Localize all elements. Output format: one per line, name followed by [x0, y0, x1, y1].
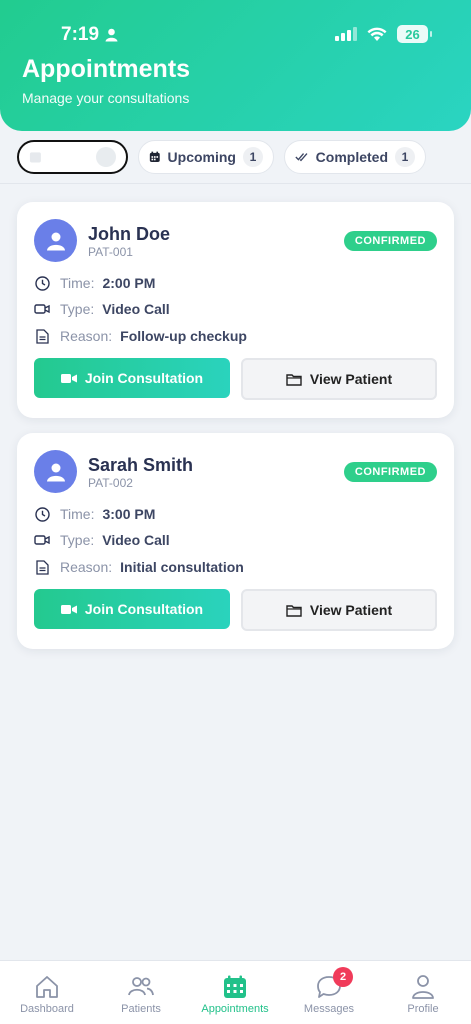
filter-tabs: Today Upcoming 1 Completed 1	[0, 138, 471, 184]
status-badge: CONFIRMED	[343, 231, 437, 251]
wifi-icon	[367, 27, 387, 41]
video-icon	[34, 532, 50, 548]
user-icon	[46, 232, 65, 250]
document-icon	[34, 328, 50, 344]
tab-count: 1	[395, 147, 415, 167]
type-row: Type: Video Call	[34, 532, 170, 548]
nav-patients[interactable]: Patients	[94, 961, 188, 1024]
appointment-type: Video Call	[102, 532, 170, 548]
person-icon	[105, 28, 118, 42]
user-icon	[409, 973, 437, 1001]
document-icon	[34, 559, 50, 575]
status-badge: CONFIRMED	[343, 462, 437, 482]
time-row: Time: 3:00 PM	[34, 506, 155, 522]
calendar-icon	[29, 152, 41, 163]
signal-icon	[335, 27, 357, 41]
reason-row: Reason: Follow-up checkup	[34, 328, 247, 344]
page-title: Appointments	[22, 55, 191, 83]
home-icon	[33, 973, 61, 1001]
join-consultation-button[interactable]: Join Consultation	[34, 589, 230, 629]
status-time: 7:19	[61, 24, 118, 46]
appointment-card: Sarah Smith PAT-002 CONFIRMED Time: 3:00…	[17, 433, 454, 649]
appointment-card: John Doe PAT-001 CONFIRMED Time: 2:00 PM…	[17, 202, 454, 418]
patient-name: Sarah Smith	[88, 455, 194, 475]
appointment-time: 3:00 PM	[102, 506, 156, 522]
user-icon	[46, 463, 65, 481]
status-icons: 26	[335, 25, 432, 43]
chat-icon: 2	[315, 967, 353, 1001]
nav-profile[interactable]: Profile	[376, 961, 470, 1024]
appointment-reason: Initial consultation	[120, 559, 244, 575]
nav-appointments[interactable]: Appointments	[188, 961, 282, 1024]
appointment-time: 2:00 PM	[102, 275, 156, 291]
reason-row: Reason: Initial consultation	[34, 559, 244, 575]
calendar-icon	[221, 973, 249, 1001]
type-row: Type: Video Call	[34, 301, 170, 317]
app-header: 7:19 26 Appointments Manage your consult…	[0, 0, 471, 131]
tab-count	[96, 147, 116, 167]
view-patient-button[interactable]: View Patient	[241, 589, 437, 631]
video-icon	[34, 301, 50, 317]
clock-icon	[34, 506, 50, 522]
folder-icon	[286, 373, 302, 386]
tab-completed[interactable]: Completed 1	[284, 140, 426, 174]
video-icon	[60, 373, 77, 383]
tab-today[interactable]: Today	[17, 140, 128, 174]
patient-id: PAT-001	[88, 245, 133, 259]
users-icon	[127, 973, 155, 1001]
appointment-type: Video Call	[102, 301, 170, 317]
calendar-icon	[149, 151, 160, 162]
tab-count: 1	[243, 147, 263, 167]
view-patient-button[interactable]: View Patient	[241, 358, 437, 400]
appointment-reason: Follow-up checkup	[120, 328, 247, 344]
clock-icon	[34, 275, 50, 291]
nav-messages[interactable]: 2 Messages	[282, 961, 376, 1024]
bottom-nav: Dashboard Patients Appointments 2 Messag…	[0, 960, 471, 1024]
messages-badge: 2	[333, 967, 353, 987]
nav-dashboard[interactable]: Dashboard	[0, 961, 94, 1024]
avatar	[34, 450, 77, 493]
video-icon	[60, 604, 77, 614]
patient-name: John Doe	[88, 224, 171, 244]
page-subtitle: Manage your consultations	[22, 90, 190, 106]
join-consultation-button[interactable]: Join Consultation	[34, 358, 230, 398]
time-row: Time: 2:00 PM	[34, 275, 155, 291]
folder-icon	[286, 604, 302, 617]
tab-upcoming[interactable]: Upcoming 1	[138, 140, 274, 174]
double-check-icon	[295, 153, 308, 162]
avatar	[34, 219, 77, 262]
battery-indicator: 26	[397, 25, 432, 43]
patient-id: PAT-002	[88, 476, 133, 490]
